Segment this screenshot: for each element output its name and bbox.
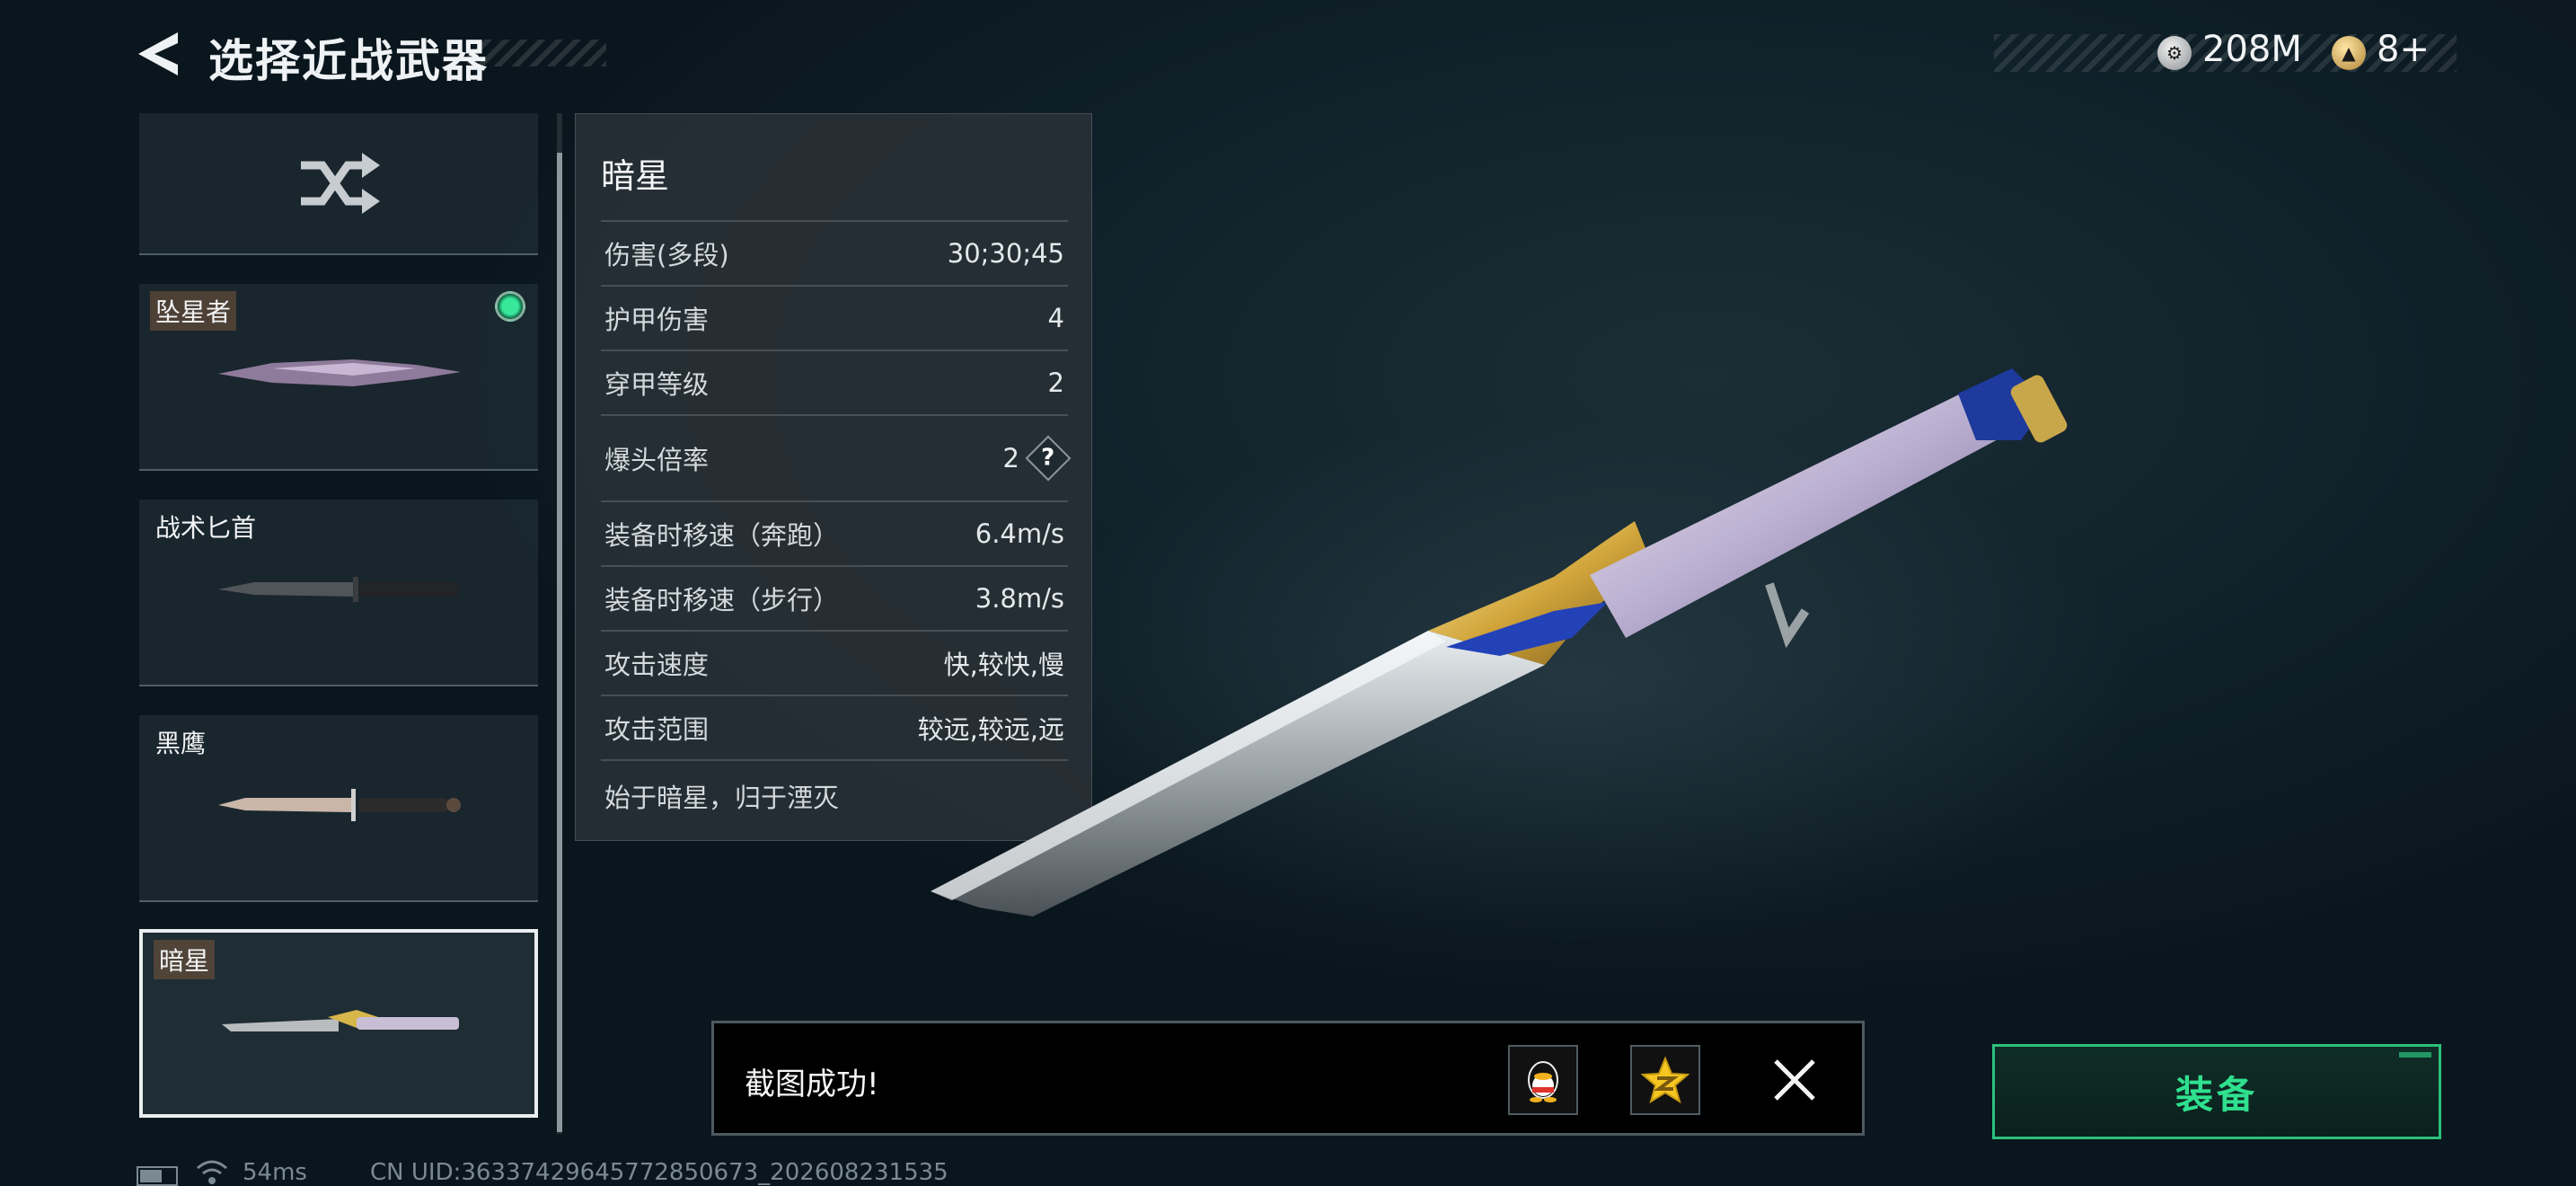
share-qzone-button[interactable] <box>1630 1045 1700 1115</box>
flavor-text: 始于暗星，归于湮灭 <box>604 783 840 813</box>
weapon-slot-tactical-dagger[interactable]: 战术匕首 <box>139 500 538 686</box>
back-arrow-icon[interactable] <box>135 27 185 81</box>
weapon-thumbnail <box>218 789 461 821</box>
close-icon[interactable] <box>1770 1056 1819 1104</box>
weapon-name: 战术匕首 <box>155 513 257 543</box>
toast-message: 截图成功! <box>745 1067 879 1102</box>
silver-coin-icon: ⚙ <box>2157 36 2192 70</box>
list-scrollbar-thumb[interactable] <box>557 153 562 1132</box>
stat-label: 装备时移速（步行） <box>604 585 840 615</box>
equipped-indicator-icon <box>495 291 525 322</box>
stat-value: 30;30;45 <box>947 238 1064 269</box>
screenshot-toast: 截图成功! <box>711 1021 1865 1136</box>
ping-value: 54ms <box>243 1159 307 1186</box>
qq-icon <box>1528 1061 1558 1102</box>
battery-icon <box>137 1166 178 1186</box>
random-weapon-slot[interactable] <box>139 113 538 255</box>
stat-label: 穿甲等级 <box>604 369 710 400</box>
wifi-icon <box>197 1160 227 1184</box>
stat-value: 4 <box>1047 303 1064 333</box>
weapon-thumbnail <box>218 359 461 386</box>
weapon-slot-black-hawk[interactable]: 黑鹰 <box>139 715 538 902</box>
title-decoration <box>467 40 606 66</box>
stat-row: 伤害(多段) 30;30;45 <box>601 220 1068 285</box>
weapon-name: 暗星 <box>154 940 216 979</box>
qzone-star-icon <box>1641 1057 1689 1103</box>
share-qq-button[interactable] <box>1508 1045 1578 1115</box>
silver-currency-value: 208M <box>2202 29 2302 70</box>
uid-text: CN UID:3633742964577285067​3_20260823153… <box>370 1159 948 1186</box>
weapon-thumbnail <box>218 577 459 602</box>
stat-row: 护甲伤害 4 <box>601 285 1068 350</box>
gold-coin-icon: ▲ <box>2332 36 2366 70</box>
shuffle-icon <box>301 153 380 214</box>
stat-label: 爆头倍率 <box>604 445 710 475</box>
stat-label: 攻击速度 <box>604 650 710 680</box>
stat-label: 伤害(多段) <box>604 240 729 270</box>
page-title: 选择近战武器 <box>208 35 489 87</box>
weapon-slot-dark-star[interactable]: 暗星 <box>139 929 538 1118</box>
weapon-preview-image[interactable] <box>925 341 2111 916</box>
button-decoration <box>2399 1052 2431 1058</box>
weapon-name: 坠星者 <box>150 291 237 331</box>
gold-currency-value: 8+ <box>2377 29 2430 70</box>
weapon-thumbnail <box>222 1010 459 1031</box>
weapon-name: 黑鹰 <box>155 729 207 758</box>
stat-label: 攻击范围 <box>604 714 710 745</box>
stat-label: 护甲伤害 <box>604 305 710 335</box>
equip-button-label: 装备 <box>2175 1072 2258 1117</box>
stat-label: 装备时移速（奔跑） <box>604 520 840 551</box>
weapon-title: 暗星 <box>601 156 670 196</box>
equip-button[interactable]: 装备 <box>1992 1044 2441 1139</box>
weapon-slot-fallen-star[interactable]: 坠星者 <box>139 284 538 471</box>
